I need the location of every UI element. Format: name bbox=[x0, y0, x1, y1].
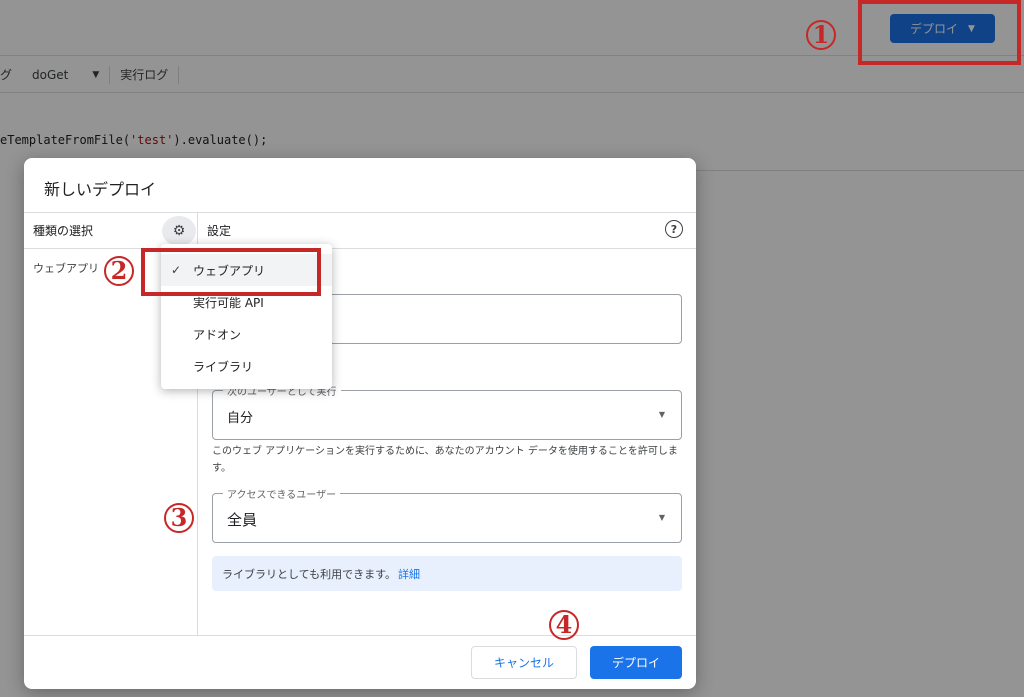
library-info-box: ライブラリとしても利用できます。 詳細 bbox=[212, 556, 682, 591]
annotation-box-webapp bbox=[141, 248, 321, 296]
annotation-box-deploy bbox=[858, 0, 1021, 65]
execute-as-description: このウェブ アプリケーションを実行するために、あなたのアカウント データを使用す… bbox=[212, 446, 678, 474]
execute-as-value: 自分 bbox=[227, 411, 254, 426]
library-info-text: ライブラリとしても利用できます。 bbox=[222, 567, 397, 581]
access-label: アクセスできるユーザー bbox=[223, 486, 341, 501]
access-value: 全員 bbox=[227, 511, 258, 529]
annotation-step-3: 3 bbox=[164, 503, 194, 533]
caret-down-icon: ▼ bbox=[658, 513, 665, 522]
menu-item-label: 実行可能 API bbox=[193, 295, 264, 310]
execute-as-select[interactable]: 次のユーザーとして実行 自分 ▼ bbox=[212, 383, 682, 440]
dialog-title: 新しいデプロイ bbox=[44, 180, 157, 199]
menu-item-label: ライブラリ bbox=[193, 359, 254, 374]
dialog-divider-header bbox=[24, 248, 696, 249]
new-deployment-dialog: 新しいデプロイ 種類の選択 ⚙ ウェブアプリ 設定 ? 次のユーザーとして実行 … bbox=[24, 158, 696, 689]
deploy-button[interactable]: デプロイ bbox=[590, 646, 682, 679]
annotation-step-1: 1 bbox=[806, 20, 836, 50]
menu-item-label: アドオン bbox=[193, 327, 242, 342]
menu-item-addon[interactable]: アドオン bbox=[161, 318, 332, 350]
gear-icon[interactable]: ⚙ bbox=[162, 216, 196, 246]
type-item-webapp[interactable]: ウェブアプリ bbox=[33, 260, 99, 276]
settings-header: 設定 bbox=[207, 224, 232, 238]
access-select[interactable]: アクセスできるユーザー 全員 ▼ bbox=[212, 486, 682, 543]
dialog-divider-footer bbox=[24, 635, 696, 636]
annotation-step-2: 2 bbox=[104, 256, 134, 286]
cancel-button[interactable]: キャンセル bbox=[471, 646, 577, 679]
annotation-step-4: 4 bbox=[549, 610, 579, 640]
dialog-divider-top bbox=[24, 212, 696, 213]
caret-down-icon: ▼ bbox=[658, 410, 665, 419]
type-select-header: 種類の選択 bbox=[33, 224, 94, 238]
details-link[interactable]: 詳細 bbox=[398, 566, 420, 582]
help-icon[interactable]: ? bbox=[665, 220, 683, 238]
menu-item-library[interactable]: ライブラリ bbox=[161, 350, 332, 382]
